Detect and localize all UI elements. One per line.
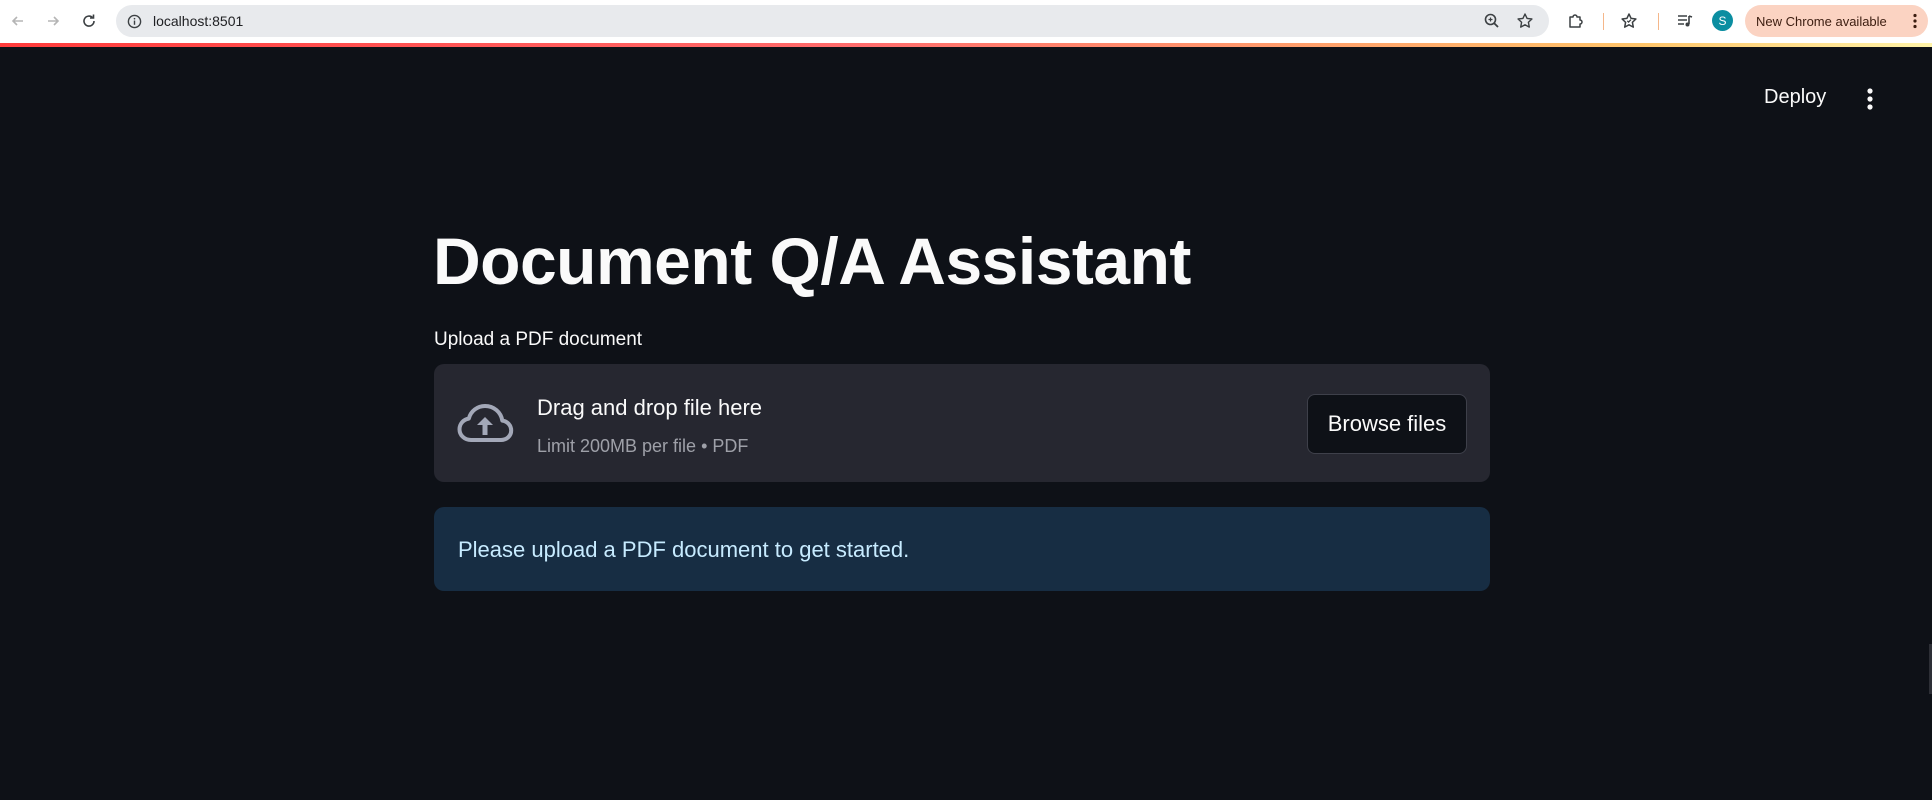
- url-text[interactable]: localhost:8501: [153, 12, 243, 30]
- arrow-left-icon: [11, 16, 23, 26]
- browse-files-button[interactable]: Browse files: [1307, 394, 1467, 454]
- zoom-icon: [1484, 13, 1499, 28]
- puzzle-icon: [1569, 14, 1583, 28]
- info-message: Please upload a PDF document to get star…: [458, 537, 910, 562]
- page-title: Document Q/A Assistant: [433, 224, 1191, 298]
- reload-icon: [83, 14, 95, 27]
- address-bar[interactable]: localhost:8501: [116, 5, 1549, 37]
- browser-toolbar: localhost:8501 S New Chrome available: [0, 0, 1932, 43]
- bookmark-button[interactable]: [1515, 11, 1535, 31]
- info-icon: [127, 14, 141, 28]
- file-uploader-label: Upload a PDF document: [434, 329, 643, 350]
- cloud-upload-icon: [457, 404, 514, 442]
- info-alert: Please upload a PDF document to get star…: [434, 507, 1490, 591]
- chrome-update-button[interactable]: New Chrome available: [1745, 5, 1928, 37]
- arrow-right-icon: [48, 16, 60, 26]
- dropzone-instructions: Drag and drop file here: [537, 395, 763, 420]
- main-menu-button[interactable]: [1857, 84, 1883, 114]
- kebab-menu-icon: [1867, 88, 1873, 110]
- chrome-menu-button[interactable]: [1910, 11, 1920, 31]
- reload-button[interactable]: [77, 9, 101, 33]
- extensions-button[interactable]: [1565, 10, 1587, 32]
- media-control-button[interactable]: [1674, 10, 1696, 32]
- toolbar-separator: [1603, 13, 1604, 30]
- file-dropzone[interactable]: Drag and drop file here Limit 200MB per …: [434, 364, 1490, 482]
- back-button[interactable]: [6, 9, 30, 33]
- update-label: New Chrome available: [1756, 13, 1887, 29]
- star-icon: [1517, 13, 1533, 28]
- profile-avatar[interactable]: S: [1712, 10, 1733, 31]
- bookmarks-manager-button[interactable]: [1618, 10, 1640, 32]
- deploy-button[interactable]: Deploy: [1752, 83, 1838, 111]
- media-control-icon: [1678, 15, 1693, 27]
- app-header: Deploy: [0, 47, 1932, 108]
- star-list-icon: [1621, 13, 1637, 28]
- zoom-button[interactable]: [1482, 11, 1502, 31]
- dropzone-limit-text: Limit 200MB per file • PDF: [537, 436, 749, 456]
- forward-button[interactable]: [41, 9, 65, 33]
- kebab-menu-icon: [1913, 13, 1917, 29]
- site-info-button[interactable]: [125, 12, 143, 30]
- toolbar-separator: [1658, 13, 1659, 30]
